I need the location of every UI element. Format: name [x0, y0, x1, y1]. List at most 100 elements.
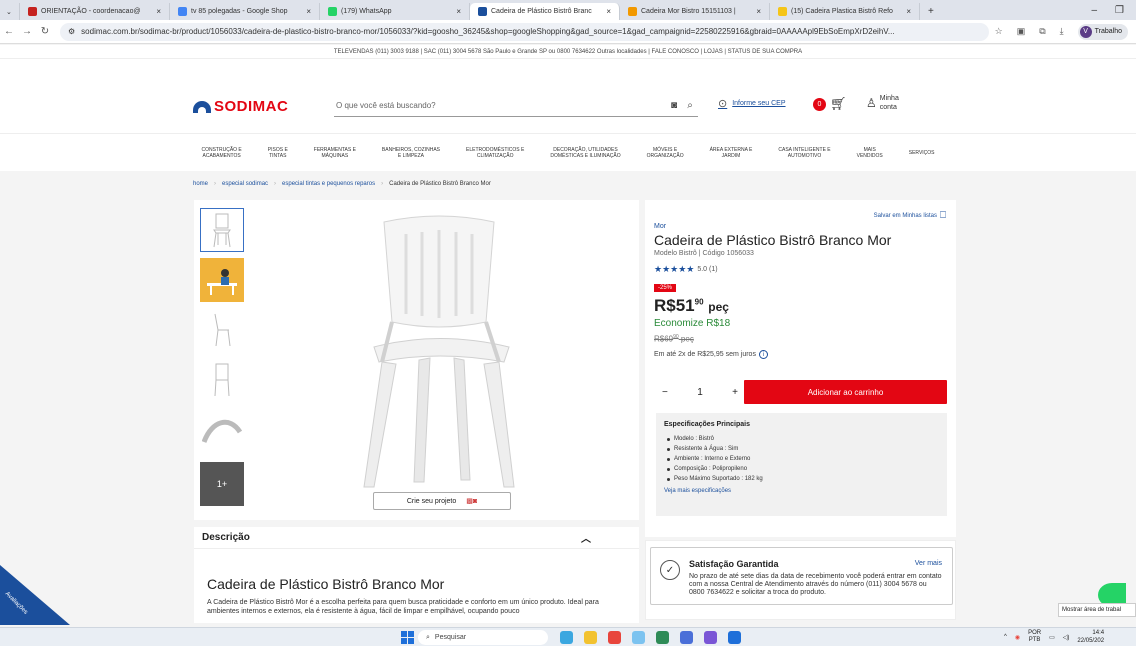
taskbar-search-label: Pesquisar: [434, 634, 467, 641]
category-item-1[interactable]: CONSTRUÇÃO E ACABAMENTOS: [188, 147, 254, 159]
increase-qty-button[interactable]: +: [732, 387, 738, 398]
cart-button[interactable]: 0 🛒︎: [813, 96, 847, 112]
close-icon[interactable]: ×: [456, 7, 461, 16]
rating[interactable]: ★★★★★ 5.0 (1): [654, 264, 718, 275]
url-field[interactable]: ⚙ sodimac.com.br/sodimac-br/product/1056…: [60, 22, 989, 41]
app-icon-6[interactable]: [680, 631, 693, 644]
search-input[interactable]: O que você está buscando?: [334, 101, 666, 110]
reload-icon[interactable]: ↻: [36, 26, 54, 37]
app-icon-4[interactable]: [632, 631, 645, 644]
clock[interactable]: 14:4 22/05/202: [1077, 629, 1104, 645]
category-line2: ACABAMENTOS: [202, 152, 241, 159]
gallery-thumb-5[interactable]: [200, 408, 244, 452]
avatar: V: [1079, 25, 1092, 38]
cep-link[interactable]: ⊙ Informe seu CEP: [718, 97, 786, 110]
decrease-qty-button[interactable]: −: [662, 387, 668, 398]
restore-icon[interactable]: ❐: [1115, 5, 1124, 16]
category-line2: VENDIDOS: [856, 152, 883, 159]
browser-tab-5[interactable]: Cadeira Mor Bistro 15151103 | ×: [620, 3, 770, 20]
network-icon[interactable]: ▭: [1049, 634, 1055, 641]
cart-count-badge: 0: [813, 97, 826, 111]
profile-button[interactable]: V Trabalho: [1077, 23, 1128, 40]
browser-tab-3[interactable]: (179) WhatsApp ×: [320, 3, 470, 20]
camera-icon[interactable]: ◙: [666, 100, 682, 111]
close-icon[interactable]: ×: [906, 7, 911, 16]
extension-icon[interactable]: ▣: [1017, 26, 1026, 37]
file-explorer-icon[interactable]: [584, 631, 597, 644]
see-more-link[interactable]: Ver mais: [915, 560, 942, 567]
app-icon-7[interactable]: [704, 631, 717, 644]
category-item-10[interactable]: MAIS VENDIDOS: [844, 147, 896, 159]
chrome-icon[interactable]: [608, 631, 621, 644]
price-cents: 90: [694, 297, 704, 307]
gallery-thumb-1[interactable]: [200, 208, 244, 252]
puzzle-icon[interactable]: ⧉: [1039, 26, 1045, 37]
browser-tab-6[interactable]: (15) Cadeira Plastica Bistrô Refo ×: [770, 3, 920, 20]
clock-time: 14:4: [1092, 630, 1105, 636]
quantity-value[interactable]: 1: [697, 387, 703, 398]
language-indicator[interactable]: POR PTB: [1028, 630, 1041, 644]
product-title: Cadeira de Plástico Bistrô Branco Mor: [654, 232, 892, 248]
description-text: A Cadeira de Plástico Bistrô Mor é a esc…: [207, 599, 599, 615]
breadcrumb-link[interactable]: home: [193, 181, 208, 187]
category-item-8[interactable]: ÁREA EXTERNA E JARDIM: [697, 147, 766, 159]
sodimac-logo[interactable]: SODIMAC: [193, 98, 288, 115]
create-project-button[interactable]: Crie seu projeto ▩◙: [373, 492, 511, 510]
chrome-tray-icon[interactable]: ◉: [1015, 634, 1020, 641]
browser-tab-2[interactable]: tv 85 polegadas - Google Shop ×: [170, 3, 320, 20]
category-item-11[interactable]: SERVIÇOS: [896, 150, 948, 156]
site-info-icon[interactable]: ⚙: [68, 27, 75, 36]
account-line1: Minha: [879, 95, 899, 102]
close-icon[interactable]: ×: [606, 7, 611, 16]
account-button[interactable]: ♙ Minha conta: [866, 94, 899, 112]
category-item-4[interactable]: BANHEIROS, COZINHAS E LIMPEZA: [369, 147, 453, 159]
product-brand[interactable]: Mor: [654, 223, 666, 230]
breadcrumb-link[interactable]: especial sodimac: [222, 181, 268, 187]
gallery-more-button[interactable]: 1+: [200, 462, 244, 506]
search-icon[interactable]: ⌕: [682, 100, 698, 111]
tab-search-dropdown[interactable]: ⌄: [0, 3, 20, 20]
add-to-cart-button[interactable]: Adicionar ao carrinho: [744, 380, 947, 404]
breadcrumb-link[interactable]: especial tintas e pequenos reparos: [282, 181, 375, 187]
description-section: Descrição ︿ Cadeira de Plástico Bistrô B…: [194, 527, 639, 623]
app-icon-8[interactable]: [728, 631, 741, 644]
minimize-icon[interactable]: –: [1091, 5, 1097, 16]
category-item-5[interactable]: ELETRODOMÉSTICOS E CLIMATIZAÇÃO: [453, 147, 537, 159]
bookmark-star-icon[interactable]: ☆: [995, 26, 1003, 37]
user-icon: ♙: [866, 95, 877, 110]
search-bar[interactable]: O que você está buscando? ◙ ⌕: [334, 95, 698, 117]
spec-item: Peso Máximo Suportado : 182 kg: [664, 474, 939, 484]
close-icon[interactable]: ×: [756, 7, 761, 16]
close-icon[interactable]: ×: [156, 7, 161, 16]
taskbar-search[interactable]: ⌕ Pesquisar: [418, 630, 548, 645]
category-item-3[interactable]: FERRAMENTAS E MÁQUINAS: [301, 147, 369, 159]
gallery-thumb-3[interactable]: [200, 308, 244, 352]
save-to-list-button[interactable]: Salvar em Minhas listas ⎕: [874, 210, 946, 221]
new-tab-button[interactable]: +: [920, 3, 942, 20]
info-icon[interactable]: i: [758, 350, 768, 359]
close-icon[interactable]: ×: [306, 7, 311, 16]
category-line2: TINTAS: [269, 152, 287, 159]
gallery-thumb-4[interactable]: [200, 358, 244, 402]
category-item-6[interactable]: DECORAÇÃO, UTILIDADES DOMÉSTICAS E ILUMIN…: [537, 147, 633, 159]
download-icon[interactable]: ⤓: [1060, 26, 1064, 37]
show-desktop-tooltip: Mostrar área de trabal: [1058, 603, 1136, 617]
browser-tab-1[interactable]: ORIENTAÇÃO - coordenacao@ ×: [20, 3, 170, 20]
category-item-2[interactable]: PISOS E TINTAS: [255, 147, 301, 159]
description-toggle[interactable]: Descrição ︿: [194, 527, 639, 549]
gallery-thumb-2[interactable]: [200, 258, 244, 302]
browser-tab-4[interactable]: Cadeira de Plástico Bistrô Branc ×: [470, 3, 620, 20]
app-icon-5[interactable]: [656, 631, 669, 644]
more-specs-link[interactable]: Veja mais especificações: [664, 488, 939, 494]
chevron-up-icon[interactable]: ^: [1004, 634, 1007, 640]
volume-icon[interactable]: ◁): [1063, 634, 1070, 641]
reviews-side-tab[interactable]: Avaliações: [0, 565, 70, 625]
category-item-9[interactable]: CASA INTELIGENTE E AUTOMOTIVO: [765, 147, 843, 159]
windows-start-icon[interactable]: [401, 631, 414, 644]
app-icon-1[interactable]: [560, 631, 573, 644]
forward-icon[interactable]: →: [18, 26, 36, 37]
site-header: SODIMAC O que você está buscando? ◙ ⌕ ⊙ …: [0, 59, 1136, 171]
category-item-7[interactable]: MÓVEIS E ORGANIZAÇÃO: [634, 147, 697, 159]
back-icon[interactable]: ←: [0, 26, 18, 37]
product-main-image[interactable]: [334, 212, 544, 492]
